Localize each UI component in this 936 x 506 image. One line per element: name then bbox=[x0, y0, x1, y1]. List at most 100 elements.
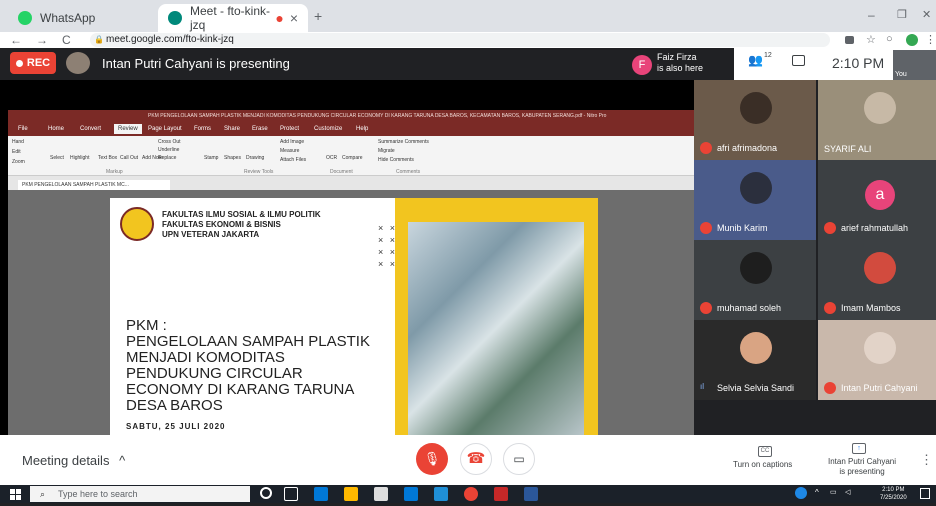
new-tab-button[interactable]: + bbox=[314, 8, 322, 24]
microphone-toggle-button[interactable]: 🎙 bbox=[416, 443, 448, 475]
menu-erase[interactable]: Erase bbox=[252, 126, 268, 132]
pdf-menu-bar: File Home Convert Review Page Layout For… bbox=[8, 124, 694, 136]
ribbon-edit[interactable]: Edit bbox=[12, 149, 21, 155]
tray-chevron-icon[interactable]: ^ bbox=[815, 488, 819, 497]
reload-button[interactable]: C bbox=[62, 32, 71, 48]
ribbon-hand[interactable]: Hand bbox=[12, 139, 24, 145]
ribbon-highlight[interactable]: Highlight bbox=[70, 155, 89, 161]
ribbon-compare[interactable]: Compare bbox=[342, 155, 363, 161]
profile-avatar[interactable] bbox=[906, 34, 918, 46]
ribbon-migrate[interactable]: Migrate bbox=[378, 148, 395, 154]
ribbon-call-out[interactable]: Call Out bbox=[120, 155, 138, 161]
participant-tile[interactable]: a arief rahmatullah bbox=[818, 160, 936, 240]
participant-video bbox=[864, 332, 896, 364]
tab-meet[interactable]: Meet - fto-kink-jzq ● × bbox=[158, 4, 308, 32]
ribbon-replace[interactable]: Replace bbox=[158, 155, 176, 161]
maximize-button[interactable]: ❐ bbox=[897, 8, 907, 21]
minimize-button[interactable]: – bbox=[868, 8, 875, 22]
leave-call-button[interactable]: ☎ bbox=[460, 443, 492, 475]
url-input[interactable]: 🔒 meet.google.com/fto-kink-jzq bbox=[90, 33, 830, 47]
task-view-icon[interactable] bbox=[284, 487, 298, 501]
participant-tile[interactable]: Intan Putri Cahyani bbox=[818, 320, 936, 400]
present-screen-icon[interactable]: ↑ bbox=[852, 443, 866, 454]
ribbon-text-box[interactable]: Text Box bbox=[98, 155, 117, 161]
tab-whatsapp[interactable]: WhatsApp × bbox=[8, 4, 183, 32]
self-view[interactable]: You bbox=[893, 50, 936, 80]
participant-tile[interactable]: ıl Selvia Selvia Sandi bbox=[694, 320, 816, 400]
tray-network-icon[interactable]: ▭ bbox=[830, 488, 837, 496]
menu-home[interactable]: Home bbox=[48, 126, 64, 132]
menu-customize[interactable]: Customize bbox=[314, 126, 342, 132]
edge-icon[interactable] bbox=[314, 487, 328, 501]
menu-file[interactable]: File bbox=[18, 126, 28, 132]
ribbon-drawing[interactable]: Drawing bbox=[246, 155, 264, 161]
close-icon[interactable]: × bbox=[290, 10, 298, 26]
notification-icon[interactable] bbox=[920, 488, 930, 499]
mail-app-icon[interactable] bbox=[404, 487, 418, 501]
presenting-title: Intan Putri Cahyani is presenting bbox=[102, 56, 290, 71]
ribbon-underline[interactable]: Underline bbox=[158, 147, 179, 153]
pdf-document-tab[interactable]: PKM PENGELOLAAN SAMPAH PLASTIK MC... bbox=[18, 180, 170, 190]
slide-pkm-label: PKM : bbox=[126, 317, 167, 334]
tray-volume-icon[interactable]: ◁ bbox=[845, 488, 850, 496]
chrome-icon[interactable] bbox=[464, 487, 478, 501]
menu-convert[interactable]: Convert bbox=[80, 126, 101, 132]
store-icon[interactable] bbox=[374, 487, 388, 501]
faculty-line-1: FAKULTAS ILMU SOSIAL & ILMU POLITIK bbox=[162, 210, 321, 219]
file-explorer-icon[interactable] bbox=[344, 487, 358, 501]
also-here-avatar: F bbox=[632, 55, 652, 75]
window-close-button[interactable]: ✕ bbox=[922, 8, 931, 21]
ribbon-add-image[interactable]: Add Image bbox=[280, 139, 304, 145]
meeting-details-button[interactable]: Meeting details ^ bbox=[22, 453, 125, 468]
back-button[interactable]: ← bbox=[10, 32, 22, 48]
ribbon-stamp[interactable]: Stamp bbox=[204, 155, 218, 161]
camera-icon: ▭ bbox=[513, 452, 525, 466]
chat-icon[interactable] bbox=[792, 55, 805, 66]
menu-share[interactable]: Share bbox=[224, 126, 240, 132]
menu-forms[interactable]: Forms bbox=[194, 126, 211, 132]
ribbon-hide-comments[interactable]: Hide Comments bbox=[378, 157, 414, 163]
menu-review[interactable]: Review bbox=[114, 124, 142, 134]
captions-icon[interactable]: CC bbox=[758, 446, 772, 457]
participant-tile[interactable]: Imam Mambos bbox=[818, 240, 936, 320]
ribbon-ocr[interactable]: OCR bbox=[326, 155, 337, 161]
menu-protect[interactable]: Protect bbox=[280, 126, 299, 132]
ribbon-summarize-comments[interactable]: Summarize Comments bbox=[378, 139, 429, 145]
more-options-button[interactable]: ⋮ bbox=[920, 452, 933, 468]
slide-title-line-2: MENJADI KOMODITAS bbox=[126, 349, 285, 366]
pdf-app-icon[interactable] bbox=[494, 487, 508, 501]
ribbon-shapes[interactable]: Shapes bbox=[224, 155, 241, 161]
ribbon-measure[interactable]: Measure bbox=[280, 148, 299, 154]
bookmark-star-icon[interactable]: ☆ bbox=[866, 33, 876, 46]
ribbon-attach-files[interactable]: Attach Files bbox=[280, 157, 306, 163]
taskbar-search-input[interactable]: ⌕ Type here to search bbox=[30, 486, 250, 502]
word-icon[interactable] bbox=[524, 487, 538, 501]
participant-tile[interactable]: SYARIF ALI bbox=[818, 80, 936, 160]
url-text: meet.google.com/fto-kink-jzq bbox=[106, 34, 234, 45]
participant-tile[interactable]: afri afrimadona bbox=[694, 80, 816, 160]
ribbon-cross-out[interactable]: Cross Out bbox=[158, 139, 181, 145]
forward-button[interactable]: → bbox=[36, 32, 48, 48]
ribbon-zoom[interactable]: Zoom bbox=[12, 159, 25, 165]
taskbar-search-placeholder: Type here to search bbox=[58, 489, 138, 499]
people-icon[interactable]: 👥 bbox=[748, 53, 763, 67]
meeting-clock: 2:10 PM bbox=[832, 55, 885, 71]
taskbar-clock[interactable]: 2:10 PM 7/25/2020 bbox=[880, 486, 907, 502]
menu-dots-icon[interactable]: ⋮ bbox=[925, 33, 936, 46]
menu-page-layout[interactable]: Page Layout bbox=[148, 126, 182, 132]
menu-help[interactable]: Help bbox=[356, 126, 368, 132]
mail-icon[interactable] bbox=[434, 487, 448, 501]
camera-indicator-icon[interactable] bbox=[845, 36, 854, 44]
windows-start-icon[interactable] bbox=[10, 488, 22, 500]
captions-button[interactable]: Turn on captions bbox=[733, 460, 792, 469]
ribbon-select[interactable]: Select bbox=[50, 155, 64, 161]
pdf-document-tab-label: PKM PENGELOLAAN SAMPAH PLASTIK MC... bbox=[22, 182, 129, 188]
cortana-icon[interactable] bbox=[260, 487, 272, 499]
participant-name: muhamad soleh bbox=[717, 303, 782, 313]
participant-tile[interactable]: muhamad soleh bbox=[694, 240, 816, 320]
camera-toggle-button[interactable]: ▭ bbox=[503, 443, 535, 475]
presenting-status-button[interactable]: Intan Putri Cahyani is presenting bbox=[823, 457, 901, 477]
tray-app-icon[interactable] bbox=[795, 487, 807, 499]
extension-icon[interactable]: ○ bbox=[886, 33, 893, 45]
participant-tile[interactable]: Munib Karim bbox=[694, 160, 816, 240]
